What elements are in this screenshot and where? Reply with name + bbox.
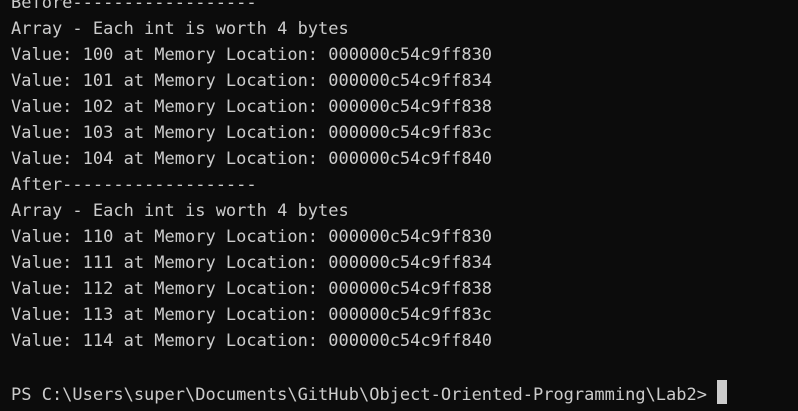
- output-line: Value: 114 at Memory Location: 000000c54…: [11, 331, 493, 351]
- output-line: Before------------------: [11, 0, 257, 13]
- output-line: Value: 113 at Memory Location: 000000c54…: [11, 305, 493, 325]
- output-line: [11, 354, 727, 380]
- terminal-window[interactable]: Before------------------ Array - Each in…: [0, 0, 798, 411]
- output-line: Value: 101 at Memory Location: 000000c54…: [11, 71, 493, 91]
- output-line: Array - Each int is worth 4 bytes: [11, 201, 349, 221]
- prompt-path: PS C:\Users\super\Documents\GitHub\Objec…: [11, 385, 707, 405]
- output-line: Value: 104 at Memory Location: 000000c54…: [11, 149, 493, 169]
- output-line: After-------------------: [11, 175, 257, 195]
- output-line: Value: 111 at Memory Location: 000000c54…: [11, 253, 493, 273]
- text-cursor: [716, 380, 727, 404]
- output-line: Value: 110 at Memory Location: 000000c54…: [11, 227, 493, 247]
- terminal-output: Before------------------ Array - Each in…: [11, 0, 727, 406]
- output-line: Value: 103 at Memory Location: 000000c54…: [11, 123, 493, 143]
- output-line: Value: 102 at Memory Location: 000000c54…: [11, 97, 493, 117]
- output-line: Value: 100 at Memory Location: 000000c54…: [11, 45, 493, 65]
- output-line: Array - Each int is worth 4 bytes: [11, 19, 349, 39]
- output-line: Value: 112 at Memory Location: 000000c54…: [11, 279, 493, 299]
- command-prompt-line[interactable]: PS C:\Users\super\Documents\GitHub\Objec…: [11, 380, 727, 406]
